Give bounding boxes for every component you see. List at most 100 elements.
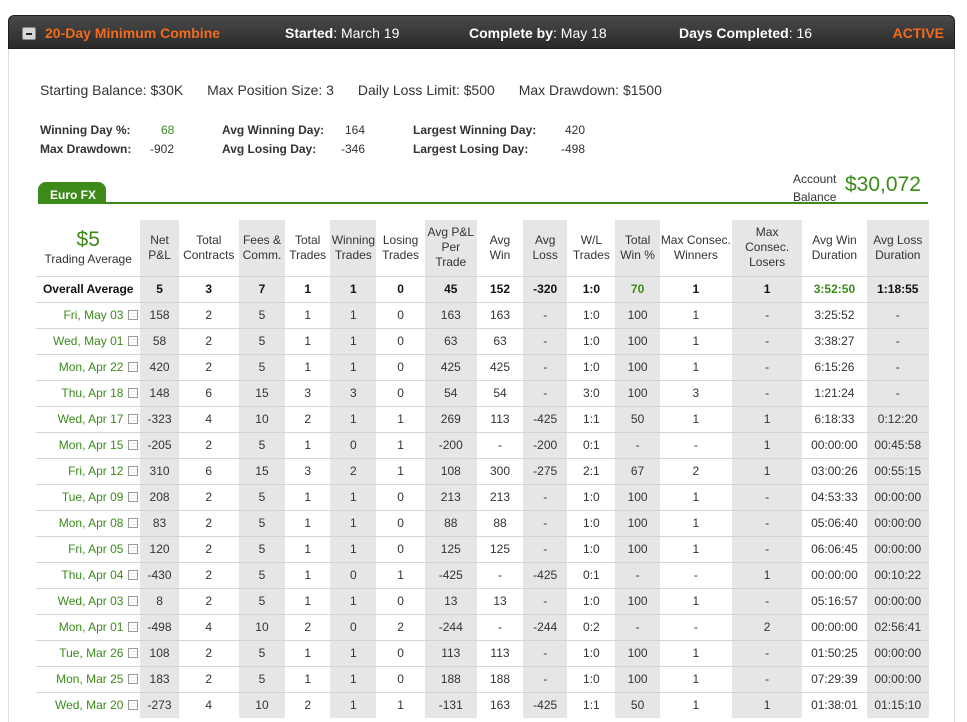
notes-icon[interactable] xyxy=(128,466,139,476)
table-cell: 1:0 xyxy=(567,509,616,536)
row-date-cell[interactable]: Tue, Mar 26 xyxy=(36,639,141,666)
notes-icon[interactable] xyxy=(128,544,139,554)
notes-icon[interactable] xyxy=(128,440,139,450)
row-date-cell[interactable]: Mon, Mar 25 xyxy=(36,665,141,692)
table-cell: -273 xyxy=(140,691,179,718)
table-cell: 0 xyxy=(376,639,425,666)
row-date-cell[interactable]: Mon, Apr 15 xyxy=(36,431,141,458)
row-date-cell[interactable]: Thu, Apr 18 xyxy=(36,379,141,406)
table-cell: 01:38:01 xyxy=(802,691,867,718)
table-cell: 00:00:00 xyxy=(802,431,867,458)
col-header-max-consec-losers[interactable]: Max Consec. Losers xyxy=(731,220,803,276)
table-cell: -425 xyxy=(523,561,568,588)
notes-icon[interactable] xyxy=(128,518,139,528)
notes-icon[interactable] xyxy=(128,492,139,502)
col-header-max-consec-winners[interactable]: Max Consec. Winners xyxy=(660,220,732,276)
col-header-net-pl[interactable]: Net P&L xyxy=(140,220,179,276)
col-header-winning-trades[interactable]: Winning Trades xyxy=(330,220,377,276)
table-cell: 1:0 xyxy=(567,327,616,354)
row-date[interactable]: Fri, May 03 xyxy=(63,308,123,322)
table-cell: 108 xyxy=(140,639,179,666)
notes-icon[interactable] xyxy=(128,414,139,424)
col-header-total-trades[interactable]: Total Trades xyxy=(285,220,330,276)
notes-icon[interactable] xyxy=(128,674,139,684)
table-cell: 100 xyxy=(615,483,660,510)
table-cell: - xyxy=(476,613,524,640)
account-label-line1: Account xyxy=(793,172,837,186)
table-cell: 0 xyxy=(376,665,425,692)
col-header-avg-pl-per-trade[interactable]: Avg P&L Per Trade xyxy=(424,220,477,276)
table-cell: 100 xyxy=(615,639,660,666)
row-date[interactable]: Wed, Mar 20 xyxy=(55,698,123,712)
notes-icon[interactable] xyxy=(128,700,139,711)
table-cell: 100 xyxy=(615,353,660,380)
notes-icon[interactable] xyxy=(128,622,139,632)
table-cell: 188 xyxy=(424,665,477,692)
table-cell: 5 xyxy=(238,561,286,588)
notes-icon[interactable] xyxy=(128,336,139,346)
notes-icon[interactable] xyxy=(128,362,139,372)
row-date-cell[interactable]: Wed, Mar 20 xyxy=(36,691,141,718)
row-date[interactable]: Mon, Apr 22 xyxy=(59,360,124,374)
complete-label: Complete by xyxy=(469,25,554,41)
started-value: : March 19 xyxy=(333,25,400,41)
row-date-cell[interactable]: Fri, May 03 xyxy=(36,301,141,328)
table-cell: 1 xyxy=(285,327,331,354)
notes-icon[interactable] xyxy=(128,310,139,320)
row-date[interactable]: Thu, Apr 04 xyxy=(61,568,123,582)
table-cell: 1 xyxy=(330,509,377,536)
row-date-cell[interactable]: Mon, Apr 01 xyxy=(36,613,141,640)
row-date[interactable]: Tue, Apr 09 xyxy=(62,490,124,504)
col-header-fees-comm[interactable]: Fees & Comm. xyxy=(238,220,286,276)
table-cell: 2 xyxy=(731,613,803,640)
row-date[interactable]: Wed, Apr 17 xyxy=(58,412,124,426)
table-cell: 15 xyxy=(238,379,286,406)
row-date[interactable]: Mon, Apr 08 xyxy=(59,516,124,530)
table-cell: 100 xyxy=(615,301,660,328)
started-info: Started: March 19 xyxy=(285,25,399,41)
table-cell: 1:0 xyxy=(567,483,616,510)
row-date-cell[interactable]: Fri, Apr 05 xyxy=(36,535,141,562)
table-cell: -430 xyxy=(140,561,179,588)
row-date-cell[interactable]: Mon, Apr 08 xyxy=(36,509,141,536)
row-date-cell[interactable]: Mon, Apr 22 xyxy=(36,353,141,380)
row-date[interactable]: Mon, Apr 15 xyxy=(59,438,124,452)
table-row: Mon, Apr 22 420 2 5 1 1 0 425 425-1:0 100 1-6:15:2… xyxy=(36,353,929,380)
col-header-avg-win-duration[interactable]: Avg Win Duration xyxy=(802,220,866,276)
row-date[interactable]: Fri, Apr 12 xyxy=(68,464,123,478)
row-date-cell[interactable]: Wed, Apr 17 xyxy=(36,405,141,432)
table-cell: 5 xyxy=(238,639,286,666)
row-date-cell[interactable]: Wed, May 01 xyxy=(36,327,141,354)
col-header-avg-loss[interactable]: Avg Loss xyxy=(523,220,568,276)
row-date-cell[interactable]: Thu, Apr 04 xyxy=(36,561,141,588)
row-date[interactable]: Fri, Apr 05 xyxy=(68,542,123,556)
collapse-icon[interactable] xyxy=(22,27,36,40)
col-header-total-contracts[interactable]: Total Contracts xyxy=(179,220,239,276)
row-date-cell[interactable]: Wed, Apr 03 xyxy=(36,587,141,614)
row-date[interactable]: Wed, Apr 03 xyxy=(58,594,124,608)
notes-icon[interactable] xyxy=(128,570,139,580)
row-date-cell[interactable]: Tue, Apr 09 xyxy=(36,483,141,510)
col-header-losing-trades[interactable]: Losing Trades xyxy=(376,220,424,276)
table-cell: 1 xyxy=(659,405,732,432)
col-header-total-win-pct[interactable]: Total Win % xyxy=(615,220,660,276)
row-date[interactable]: Wed, May 01 xyxy=(53,334,123,348)
col-header-avg-win[interactable]: Avg Win xyxy=(477,220,523,276)
col-header-wl-trades[interactable]: W/L Trades xyxy=(567,220,615,276)
table-cell: 00:10:22 xyxy=(866,561,929,588)
table-cell: 1 xyxy=(659,275,732,302)
col-header-avg-loss-duration[interactable]: Avg Loss Duration xyxy=(866,220,929,276)
notes-icon[interactable] xyxy=(128,648,139,658)
tab-euro-fx[interactable]: Euro FX xyxy=(38,182,106,204)
table-cell: 1 xyxy=(731,405,803,432)
table-cell: 67 xyxy=(615,457,660,484)
row-date[interactable]: Thu, Apr 18 xyxy=(61,386,123,400)
table-cell: 2 xyxy=(178,535,239,562)
row-date[interactable]: Tue, Mar 26 xyxy=(59,646,123,660)
notes-icon[interactable] xyxy=(128,596,139,606)
notes-icon[interactable] xyxy=(128,388,139,398)
row-date-cell[interactable]: Fri, Apr 12 xyxy=(36,457,141,484)
row-date[interactable]: Mon, Mar 25 xyxy=(56,672,123,686)
table-cell: - xyxy=(523,509,568,536)
row-date[interactable]: Mon, Apr 01 xyxy=(59,620,124,634)
